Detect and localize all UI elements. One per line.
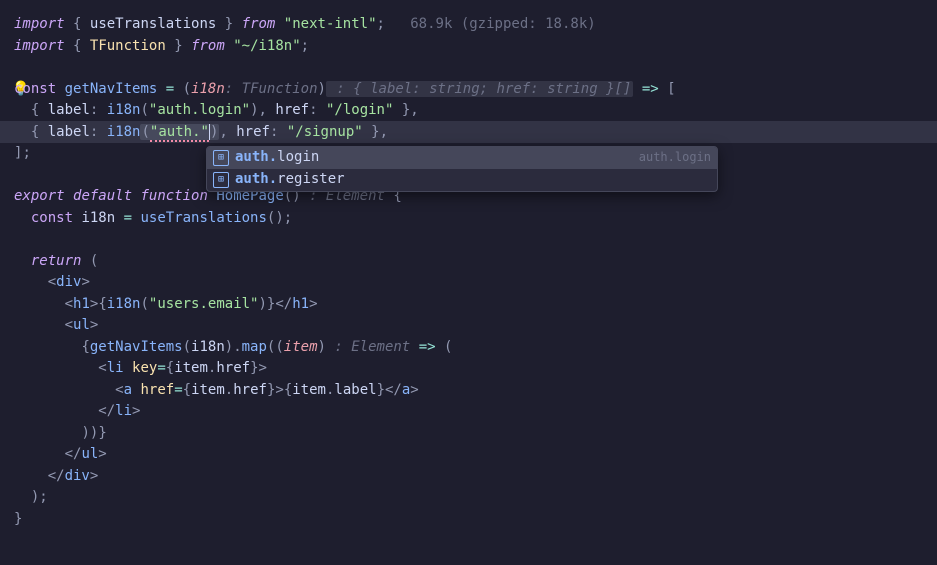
autocomplete-label: auth.login bbox=[235, 147, 639, 169]
code-line[interactable]: import { TFunction } from "~/i18n"; bbox=[14, 36, 937, 58]
code-line[interactable]: import { useTranslations } from "next-in… bbox=[14, 14, 937, 36]
import-size-hint: 68.9k (gzipped: 18.8k) bbox=[410, 16, 595, 32]
code-line[interactable]: <h1>{i18n("users.email")}</h1> bbox=[14, 294, 937, 316]
return-type-hint: : { label: string; href: string }[] bbox=[326, 81, 633, 97]
error-squiggle: "auth." bbox=[150, 124, 209, 142]
code-line[interactable]: <ul> bbox=[14, 315, 937, 337]
autocomplete-item[interactable]: ⊞ auth.register bbox=[207, 169, 717, 191]
code-line[interactable]: <a href={item.href}>{item.label}</a> bbox=[14, 380, 937, 402]
autocomplete-detail: auth.login bbox=[639, 147, 711, 169]
code-line[interactable]: </li> bbox=[14, 401, 937, 423]
code-line[interactable]: { label: i18n("auth."), href: "/signup" … bbox=[14, 122, 937, 144]
autocomplete-item[interactable]: ⊞ auth.login auth.login bbox=[207, 147, 717, 169]
code-line[interactable]: </ul> bbox=[14, 444, 937, 466]
code-line[interactable]: } bbox=[14, 509, 937, 531]
autocomplete-label: auth.register bbox=[235, 169, 711, 191]
code-line[interactable]: {getNavItems(i18n).map((item) : Element … bbox=[14, 337, 937, 359]
code-line[interactable]: return ( bbox=[14, 251, 937, 273]
code-line[interactable]: ))} bbox=[14, 423, 937, 445]
code-editor[interactable]: import { useTranslations } from "next-in… bbox=[14, 14, 937, 530]
code-line[interactable] bbox=[14, 57, 937, 79]
return-type-hint: : Element bbox=[326, 339, 410, 355]
autocomplete-popup[interactable]: ⊞ auth.login auth.login ⊞ auth.register bbox=[206, 146, 718, 192]
code-line[interactable]: <li key={item.href}> bbox=[14, 358, 937, 380]
code-line[interactable]: </div> bbox=[14, 466, 937, 488]
code-line[interactable]: { label: i18n("auth.login"), href: "/log… bbox=[14, 100, 937, 122]
code-line[interactable] bbox=[14, 229, 937, 251]
symbol-icon: ⊞ bbox=[213, 150, 229, 166]
code-line[interactable]: const i18n = useTranslations(); bbox=[14, 208, 937, 230]
code-line[interactable]: <div> bbox=[14, 272, 937, 294]
symbol-icon: ⊞ bbox=[213, 172, 229, 188]
keyword-import: import bbox=[14, 16, 65, 32]
code-line[interactable]: ); bbox=[14, 487, 937, 509]
code-line[interactable]: const getNavItems = (i18n: TFunction) : … bbox=[14, 79, 937, 101]
